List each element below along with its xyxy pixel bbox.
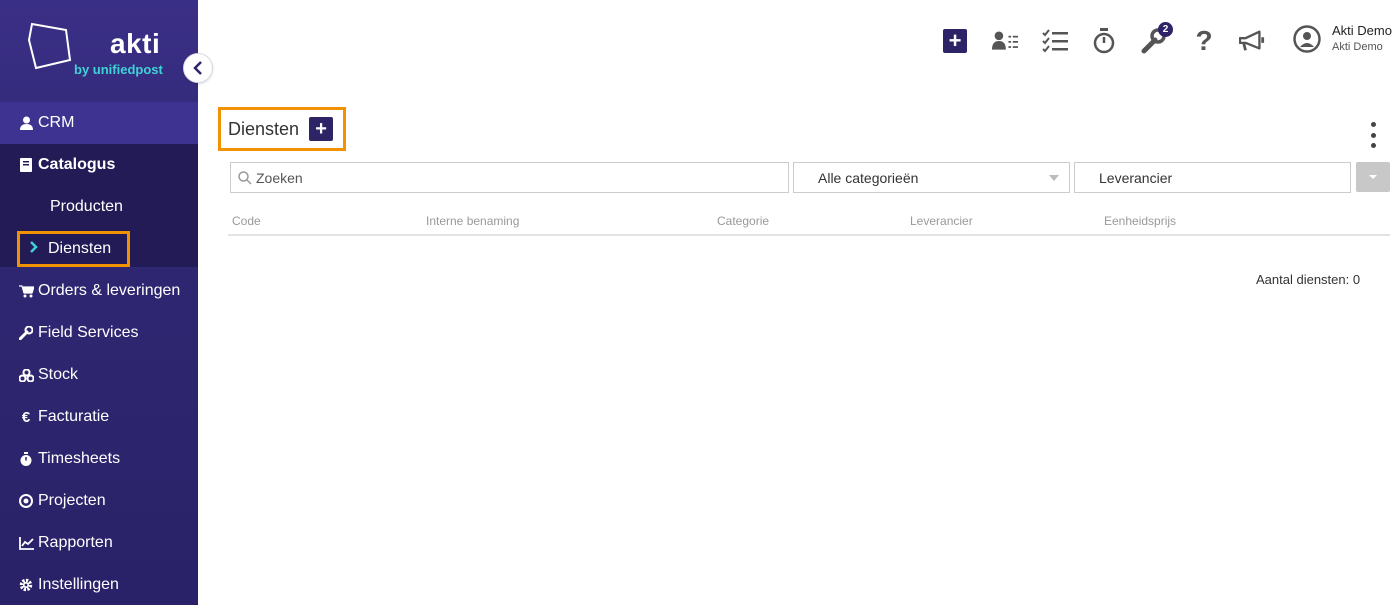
column-header-categorie[interactable]: Categorie (717, 214, 769, 228)
logo-word: akti (110, 28, 161, 59)
book-icon (18, 157, 34, 173)
sidebar-item-label: CRM (38, 114, 75, 131)
plus-icon: + (943, 29, 967, 53)
caret-down-icon (1369, 175, 1377, 179)
logo-shape-icon (27, 22, 72, 70)
help-button[interactable]: ? (1191, 25, 1217, 56)
sidebar-item-facturatie[interactable]: € Facturatie (0, 396, 198, 438)
quick-add-button[interactable]: + (942, 28, 968, 54)
services-count: Aantal diensten: 0 (1256, 272, 1361, 287)
cart-icon (18, 283, 34, 299)
table-header: Code Interne benaming Categorie Leveranc… (228, 207, 1390, 236)
caret-down-icon (1049, 175, 1059, 181)
field-service-button[interactable]: 2 (1141, 22, 1173, 54)
kebab-dot (1370, 122, 1376, 127)
sidebar: akti by unifiedpost CRM Catalogus Produc… (0, 0, 198, 605)
user-circle-icon (1293, 25, 1321, 53)
sidebar-item-catalogus[interactable]: Catalogus (0, 144, 198, 186)
sidebar-item-label: Projecten (38, 492, 106, 509)
checklist-icon (1042, 29, 1068, 53)
notification-badge: 2 (1158, 22, 1173, 37)
kebab-dot (1370, 143, 1376, 148)
sidebar-item-label: Stock (38, 366, 79, 383)
search-field[interactable] (230, 162, 789, 193)
user-icon (18, 115, 34, 131)
sidebar-nav: CRM Catalogus Producten Diensten Orders … (0, 102, 198, 606)
sidebar-item-label: Field Services (38, 324, 139, 341)
sidebar-item-projecten[interactable]: Projecten (0, 480, 198, 522)
question-icon: ? (1195, 25, 1213, 56)
add-service-button[interactable]: + (309, 117, 334, 141)
sidebar-subitem-producten[interactable]: Producten (0, 186, 198, 228)
user-name[interactable]: Akti Demo (1332, 23, 1392, 38)
sidebar-subitem-label: Diensten (48, 240, 112, 257)
category-select[interactable]: Alle categorieën (793, 162, 1070, 193)
search-icon (238, 170, 252, 185)
megaphone-icon (1239, 30, 1265, 51)
sidebar-item-label: Timesheets (38, 450, 121, 467)
timer-button[interactable] (1091, 28, 1117, 54)
chart-icon (18, 535, 34, 551)
sidebar-item-label: Catalogus (38, 156, 116, 173)
logo-tagline: by unifiedpost (74, 62, 163, 77)
sidebar-item-orders[interactable]: Orders & leveringen (0, 270, 198, 312)
column-header-code[interactable]: Code (232, 214, 261, 228)
sidebar-item-label: Instellingen (38, 576, 119, 593)
more-options-button[interactable] (1366, 122, 1380, 148)
sidebar-item-field-services[interactable]: Field Services (0, 312, 198, 354)
chevron-right-icon (30, 240, 38, 258)
kebab-dot (1370, 132, 1376, 138)
sidebar-subitem-label: Producten (50, 198, 123, 215)
wrench-icon (18, 325, 34, 341)
catalog-section: Catalogus Producten Diensten (0, 144, 198, 267)
tasks-button[interactable] (1042, 28, 1068, 54)
contacts-list-icon (992, 31, 1018, 50)
column-header-interne-benaming[interactable]: Interne benaming (426, 214, 519, 228)
page-title: Diensten (228, 118, 300, 139)
contacts-list-button[interactable] (992, 28, 1018, 54)
filter-dropdown-button[interactable] (1356, 162, 1390, 192)
target-icon (18, 493, 34, 509)
sidebar-item-crm[interactable]: CRM (0, 102, 198, 144)
sidebar-collapse-button[interactable] (183, 53, 213, 83)
boxes-icon (18, 367, 34, 383)
sidebar-item-timesheets[interactable]: Timesheets (0, 438, 198, 480)
announcements-button[interactable] (1239, 28, 1265, 54)
sidebar-item-label: Orders & leveringen (38, 282, 181, 299)
column-header-eenheidsprijs[interactable]: Eenheidsprijs (1104, 214, 1176, 228)
page-header: Diensten + (218, 107, 346, 151)
sidebar-item-stock[interactable]: Stock (0, 354, 198, 396)
category-selected: Alle categorieën (818, 169, 919, 186)
akti-logo[interactable]: akti by unifiedpost (26, 20, 176, 84)
chevron-left-icon (193, 61, 202, 75)
column-header-leverancier[interactable]: Leverancier (910, 214, 973, 228)
sidebar-item-instellingen[interactable]: Instellingen (0, 564, 198, 606)
euro-icon: € (21, 408, 31, 426)
gear-icon (18, 577, 34, 593)
user-avatar[interactable] (1293, 25, 1321, 53)
sidebar-subitem-diensten[interactable]: Diensten (17, 231, 130, 267)
stopwatch-icon (1093, 28, 1115, 54)
stopwatch-icon (18, 451, 34, 467)
sidebar-item-rapporten[interactable]: Rapporten (0, 522, 198, 564)
user-company: Akti Demo (1332, 41, 1383, 53)
supplier-input[interactable] (1099, 169, 1350, 186)
supplier-field[interactable] (1074, 162, 1351, 193)
sidebar-item-label: Rapporten (38, 534, 113, 551)
sidebar-item-label: Facturatie (38, 408, 110, 425)
search-input[interactable] (256, 169, 788, 186)
plus-icon: + (315, 117, 327, 140)
